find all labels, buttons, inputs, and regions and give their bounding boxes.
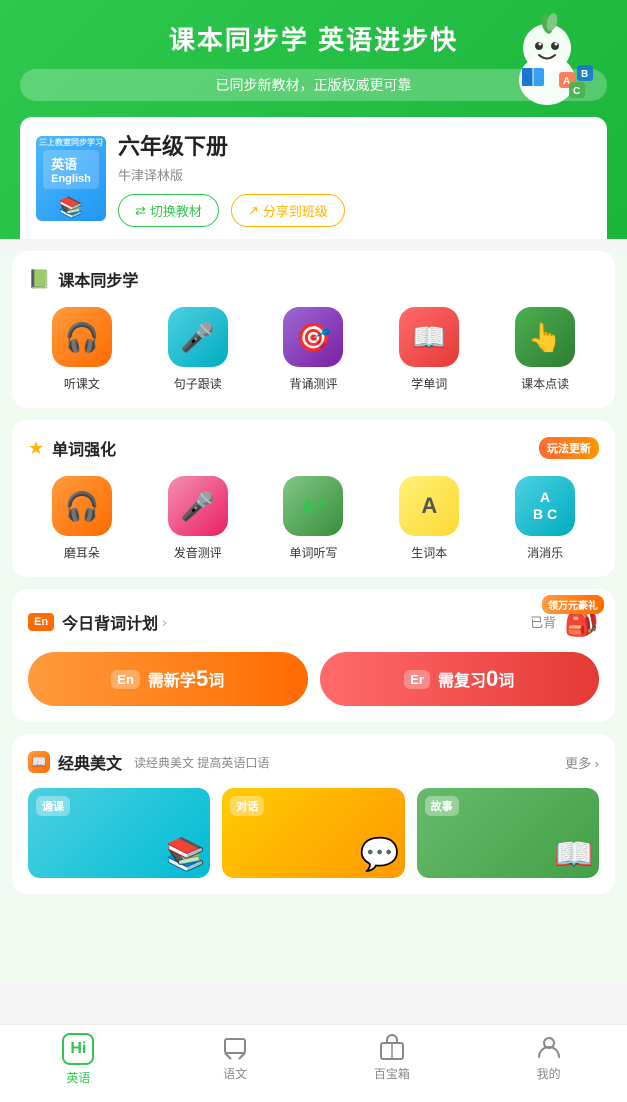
new-words-button[interactable]: En 需新学5词 — [28, 652, 308, 706]
classic-item-label: 诵课 — [36, 796, 70, 816]
sync-feature-icon: 🎤 — [168, 307, 228, 367]
vocab-feature-item[interactable]: A⁺ 单词听写 — [260, 476, 368, 561]
new-en-badge: En — [111, 670, 140, 689]
plan-status: 已背 🎒 领万元豪礼 — [530, 605, 599, 638]
switch-icon: ⇄ — [135, 203, 146, 219]
vocab-section: ★ 单词强化 玩法更新 🎧 磨耳朵 🎤 发音测评 A⁺ 单词听写 A 生词本 A… — [12, 420, 615, 577]
sync-study-section: 📗 课本同步学 🎧 听课文 🎤 句子跟读 🎯 背诵测评 📖 学单词 👆 课本点读 — [12, 251, 615, 408]
sync-study-header: 📗 课本同步学 — [28, 267, 599, 291]
star-icon: ★ — [28, 438, 44, 459]
english-nav-icon: Hi — [62, 1033, 94, 1065]
plan-header: En 今日背词计划 › 已背 🎒 领万元豪礼 — [28, 605, 599, 638]
vocab-feature-item[interactable]: 🎤 发音测评 — [144, 476, 252, 561]
review-words-label: 需复习0词 — [438, 666, 514, 692]
vocab-feature-icon: 🎧 — [52, 476, 112, 536]
sync-study-title: 课本同步学 — [58, 267, 138, 291]
book-actions: ⇄ 切换教材 ↗ 分享到班级 — [118, 194, 591, 227]
vocab-badge: 玩法更新 — [539, 437, 599, 459]
classic-section: 📖 经典美文 读经典美文 提高英语口语 更多 › 诵课 📚 对话 💬 故事 📖 — [12, 734, 615, 894]
classic-item-emoji: 💬 — [360, 835, 400, 873]
new-words-label: 需新学5词 — [148, 666, 224, 692]
toolbox-nav-icon — [378, 1033, 406, 1061]
plan-section: En 今日背词计划 › 已背 🎒 领万元豪礼 En 需新学5词 Er 需复习0词 — [12, 589, 615, 722]
vocab-feature-label: 单词听写 — [289, 544, 337, 561]
share-icon: ↗ — [248, 203, 259, 219]
vocab-feature-grid: 🎧 磨耳朵 🎤 发音测评 A⁺ 单词听写 A 生词本 AB C 消消乐 — [28, 476, 599, 561]
sync-feature-label: 背诵测评 — [289, 375, 337, 392]
book-publisher: 牛津译林版 — [118, 165, 591, 184]
classic-more-button[interactable]: 更多 › — [565, 753, 599, 772]
classic-item[interactable]: 对话 💬 — [222, 788, 404, 878]
plan-title: 今日背词计划 — [62, 610, 158, 634]
classic-title: 经典美文 — [58, 750, 122, 774]
sync-feature-item[interactable]: 🎧 听课文 — [28, 307, 136, 392]
sync-feature-item[interactable]: 🎯 背诵测评 — [260, 307, 368, 392]
plan-icon: En — [28, 613, 54, 631]
sync-feature-label: 课本点读 — [521, 375, 569, 392]
svg-text:B: B — [581, 69, 588, 80]
sync-feature-item[interactable]: 👆 课本点读 — [491, 307, 599, 392]
vocab-feature-icon: A — [399, 476, 459, 536]
profile-nav-label: 我的 — [537, 1065, 561, 1082]
nav-item-english[interactable]: Hi 英语 — [0, 1033, 157, 1086]
bottom-nav: Hi 英语 语文 百宝箱 我的 — [0, 1024, 627, 1102]
sync-feature-icon: 👆 — [515, 307, 575, 367]
vocab-feature-icon: AB C — [515, 476, 575, 536]
sync-feature-label: 句子跟读 — [174, 375, 222, 392]
sync-feature-item[interactable]: 📖 学单词 — [375, 307, 483, 392]
nav-item-toolbox[interactable]: 百宝箱 — [314, 1033, 471, 1086]
classic-item-emoji: 📚 — [165, 835, 205, 873]
vocab-title: 单词强化 — [52, 436, 116, 460]
sync-feature-item[interactable]: 🎤 句子跟读 — [144, 307, 252, 392]
chinese-nav-icon — [221, 1033, 249, 1061]
review-words-button[interactable]: Er 需复习0词 — [320, 652, 600, 706]
vocab-feature-item[interactable]: A 生词本 — [375, 476, 483, 561]
vocab-feature-label: 生词本 — [411, 544, 447, 561]
share-to-class-button[interactable]: ↗ 分享到班级 — [231, 194, 345, 227]
classic-title-icon: 📖 — [28, 751, 50, 773]
sync-feature-icon: 🎯 — [283, 307, 343, 367]
book-card: 三上教室同步学习 英语 English 📚 六年级下册 牛津译林版 ⇄ 切换教材… — [20, 117, 607, 239]
classic-item-emoji: 📖 — [554, 835, 594, 873]
plan-arrow-icon: › — [162, 614, 167, 630]
classic-items: 诵课 📚 对话 💬 故事 📖 — [28, 788, 599, 878]
vocab-feature-item[interactable]: 🎧 磨耳朵 — [28, 476, 136, 561]
svg-text:C: C — [573, 86, 580, 97]
chinese-nav-label: 语文 — [223, 1065, 247, 1082]
plan-buttons: En 需新学5词 Er 需复习0词 — [28, 652, 599, 706]
main-content: 📗 课本同步学 🎧 听课文 🎤 句子跟读 🎯 背诵测评 📖 学单词 👆 课本点读… — [0, 251, 627, 986]
classic-item[interactable]: 故事 📖 — [417, 788, 599, 878]
book-icon: 📗 — [28, 269, 50, 290]
vocab-feature-label: 发音测评 — [174, 544, 222, 561]
classic-subtitle: 读经典美文 提高英语口语 — [134, 754, 269, 771]
header-banner: 课本同步学 英语进步快 已同步新教材，正版权威更可靠 A — [0, 0, 627, 239]
classic-item-label: 对话 — [230, 796, 264, 816]
book-title: 六年级下册 — [118, 129, 591, 161]
vocab-feature-icon: A⁺ — [283, 476, 343, 536]
sync-feature-icon: 📖 — [399, 307, 459, 367]
mascot-image: A B C — [487, 10, 607, 110]
classic-item-label: 故事 — [425, 796, 459, 816]
reward-tag: 领万元豪礼 — [542, 595, 604, 614]
book-cover: 三上教室同步学习 英语 English 📚 — [36, 136, 106, 221]
nav-item-profile[interactable]: 我的 — [470, 1033, 627, 1086]
vocab-header: ★ 单词强化 玩法更新 — [28, 436, 599, 460]
vocab-feature-label: 磨耳朵 — [64, 544, 100, 561]
book-info: 六年级下册 牛津译林版 ⇄ 切换教材 ↗ 分享到班级 — [118, 129, 591, 227]
nav-item-chinese[interactable]: 语文 — [157, 1033, 314, 1086]
profile-nav-icon — [535, 1033, 563, 1061]
sync-feature-label: 听课文 — [64, 375, 100, 392]
vocab-feature-icon: 🎤 — [168, 476, 228, 536]
toolbox-nav-label: 百宝箱 — [374, 1065, 410, 1082]
sync-feature-grid: 🎧 听课文 🎤 句子跟读 🎯 背诵测评 📖 学单词 👆 课本点读 — [28, 307, 599, 392]
sync-feature-label: 学单词 — [411, 375, 447, 392]
review-er-badge: Er — [404, 670, 430, 689]
english-nav-label: 英语 — [66, 1069, 90, 1086]
vocab-feature-item[interactable]: AB C 消消乐 — [491, 476, 599, 561]
classic-header: 📖 经典美文 读经典美文 提高英语口语 更多 › — [28, 750, 599, 774]
sync-feature-icon: 🎧 — [52, 307, 112, 367]
switch-textbook-button[interactable]: ⇄ 切换教材 — [118, 194, 219, 227]
vocab-feature-label: 消消乐 — [527, 544, 563, 561]
classic-item[interactable]: 诵课 📚 — [28, 788, 210, 878]
